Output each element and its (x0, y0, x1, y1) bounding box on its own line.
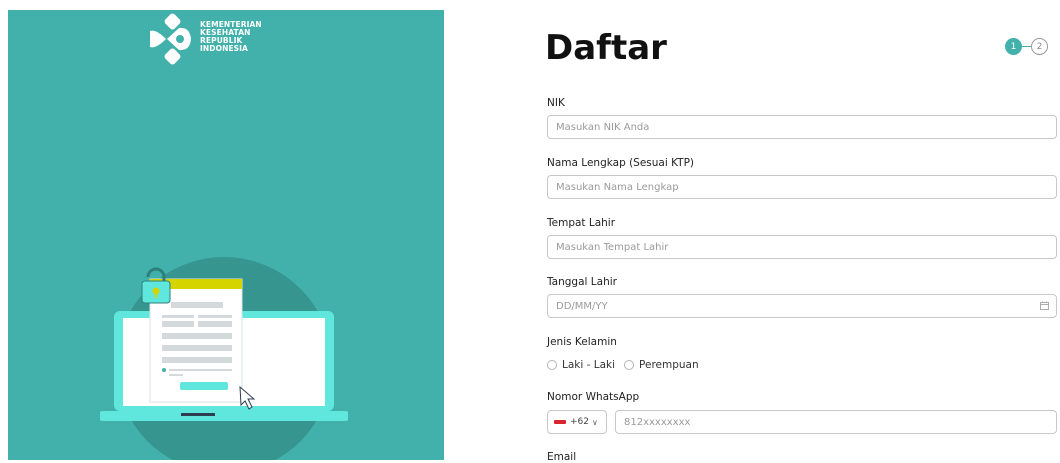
gender-radio-group: Laki - Laki Perempuan (547, 359, 708, 371)
step-indicator: 1 2 (1005, 38, 1048, 55)
jenis-kelamin-label: Jenis Kelamin (547, 336, 617, 348)
kemenkes-logo: KEMENTERIAN KESEHATAN REPUBLIK INDONESIA (146, 13, 262, 65)
step-connector (1022, 46, 1031, 47)
email-label: Email (547, 451, 577, 463)
tempat-lahir-input[interactable] (547, 235, 1057, 259)
nama-label: Nama Lengkap (Sesuai KTP) (547, 157, 695, 169)
whatsapp-label: Nomor WhatsApp (547, 391, 640, 403)
radio-label: Laki - Laki (562, 359, 616, 371)
chevron-down-icon: ∨ (592, 417, 598, 427)
kemenkes-logo-icon (150, 13, 191, 65)
nama-input[interactable] (547, 175, 1057, 199)
radio-button[interactable] (624, 360, 635, 370)
calendar-icon[interactable] (1040, 301, 1049, 310)
tanggal-lahir-input[interactable] (547, 294, 1057, 318)
step-1: 1 (1005, 38, 1022, 55)
tanggal-lahir-field (547, 294, 1057, 318)
gender-option-perempuan[interactable]: Perempuan (624, 359, 699, 371)
country-code-select[interactable]: +62 ∨ (547, 410, 607, 434)
whatsapp-input[interactable] (615, 410, 1057, 434)
indonesia-flag-icon (554, 420, 566, 424)
tempat-lahir-label: Tempat Lahir (547, 217, 616, 229)
gender-option-laki[interactable]: Laki - Laki (547, 359, 615, 371)
step-2: 2 (1031, 38, 1048, 55)
page-title: Daftar (545, 28, 667, 68)
registration-form: Daftar 1 2 NIK Nama Lengkap (Sesuai KTP)… (545, 0, 1060, 463)
laptop-registration-illustration (100, 257, 348, 460)
nik-label: NIK (547, 97, 565, 109)
country-code-value: +62 (570, 417, 589, 427)
tanggal-lahir-label: Tanggal Lahir (547, 276, 617, 288)
kemenkes-logo-text: KEMENTERIAN KESEHATAN REPUBLIK INDONESIA (200, 21, 262, 53)
radio-button[interactable] (547, 360, 557, 370)
brand-line: INDONESIA (200, 44, 248, 53)
illustration-panel: KEMENTERIAN KESEHATAN REPUBLIK INDONESIA (8, 10, 444, 460)
nik-input[interactable] (547, 115, 1057, 139)
radio-label: Perempuan (639, 359, 699, 371)
